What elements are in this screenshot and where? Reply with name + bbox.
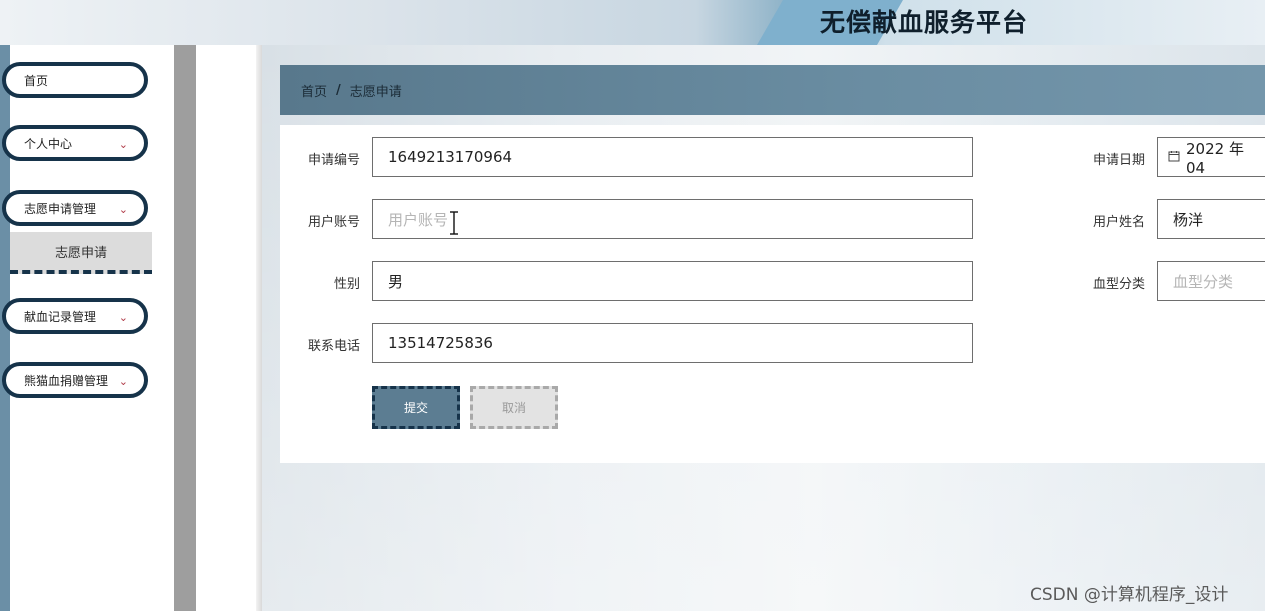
chevron-down-icon: ⌄ — [118, 138, 128, 151]
chevron-down-icon: ⌄ — [118, 311, 128, 324]
user-account-label: 用户账号 — [307, 215, 360, 230]
sidebar-item-label: 个人中心 — [24, 136, 73, 151]
submit-button[interactable]: 提交 — [372, 386, 460, 429]
sidebar-item-label: 熊猫血捐赠管理 — [24, 373, 109, 388]
blood-type-select[interactable]: 血型分类 — [1157, 261, 1265, 301]
submenu-item-volunteer-application[interactable]: 志愿申请 — [10, 232, 152, 274]
calendar-icon — [1168, 150, 1180, 165]
gender-label: 性别 — [333, 277, 360, 292]
phone-label: 联系电话 — [307, 339, 360, 354]
chevron-down-icon: ⌄ — [118, 203, 128, 216]
text-cursor-icon — [449, 211, 459, 235]
user-name-field[interactable]: 杨洋 — [1157, 199, 1265, 239]
apply-date-field[interactable]: 2022 年 04 — [1157, 137, 1265, 177]
site-title: 无偿献血服务平台 — [820, 8, 1029, 37]
sidebar-item-home[interactable]: 首页 — [2, 62, 148, 98]
sidebar-item-volunteer-management[interactable]: 志愿申请管理 ⌄ — [2, 190, 148, 226]
sidebar: 首页 个人中心 ⌄ 志愿申请管理 ⌄ 志愿申请 献血记录管理 ⌄ 熊猫血捐赠管理… — [2, 45, 174, 611]
gender-value: 男 — [388, 272, 404, 291]
apply-date-label: 申请日期 — [1092, 153, 1145, 168]
top-header: 无偿献血服务平台 — [0, 0, 1265, 45]
breadcrumb-current: 志愿申请 — [349, 84, 402, 100]
sidebar-item-personal-center[interactable]: 个人中心 ⌄ — [2, 125, 148, 161]
sidebar-divider — [174, 45, 196, 611]
cancel-button[interactable]: 取消 — [470, 386, 558, 429]
sidebar-item-label: 献血记录管理 — [24, 309, 97, 324]
application-no-label: 申请编号 — [307, 153, 360, 168]
breadcrumb-home[interactable]: 首页 — [301, 81, 327, 100]
blood-type-label: 血型分类 — [1092, 277, 1145, 292]
user-name-value: 杨洋 — [1173, 210, 1204, 229]
phone-field[interactable]: 13514725836 — [372, 323, 973, 363]
application-no-field[interactable]: 1649213170964 — [372, 137, 973, 177]
application-no-value: 1649213170964 — [388, 148, 513, 166]
sidebar-item-panda-blood[interactable]: 熊猫血捐赠管理 ⌄ — [2, 362, 148, 398]
user-account-input[interactable]: 用户账号 — [372, 199, 973, 239]
user-account-placeholder: 用户账号 — [388, 210, 449, 229]
gender-field[interactable]: 男 — [372, 261, 973, 301]
sidebar-item-label: 志愿申请管理 — [24, 201, 97, 216]
watermark: CSDN @计算机程序_设计 — [1030, 585, 1229, 605]
apply-date-value: 2022 年 04 — [1186, 139, 1244, 177]
breadcrumb: 首页 / 志愿申请 — [280, 65, 1265, 115]
phone-value: 13514725836 — [388, 334, 493, 352]
sidebar-item-donation-records[interactable]: 献血记录管理 ⌄ — [2, 298, 148, 334]
blood-type-placeholder: 血型分类 — [1173, 272, 1234, 291]
chevron-down-icon: ⌄ — [118, 375, 128, 388]
breadcrumb-separator: / — [336, 82, 341, 98]
sidebar-gap — [196, 45, 260, 611]
sidebar-item-label: 首页 — [24, 73, 49, 88]
user-name-label: 用户姓名 — [1092, 215, 1145, 230]
submenu-item-label: 志愿申请 — [54, 245, 107, 261]
